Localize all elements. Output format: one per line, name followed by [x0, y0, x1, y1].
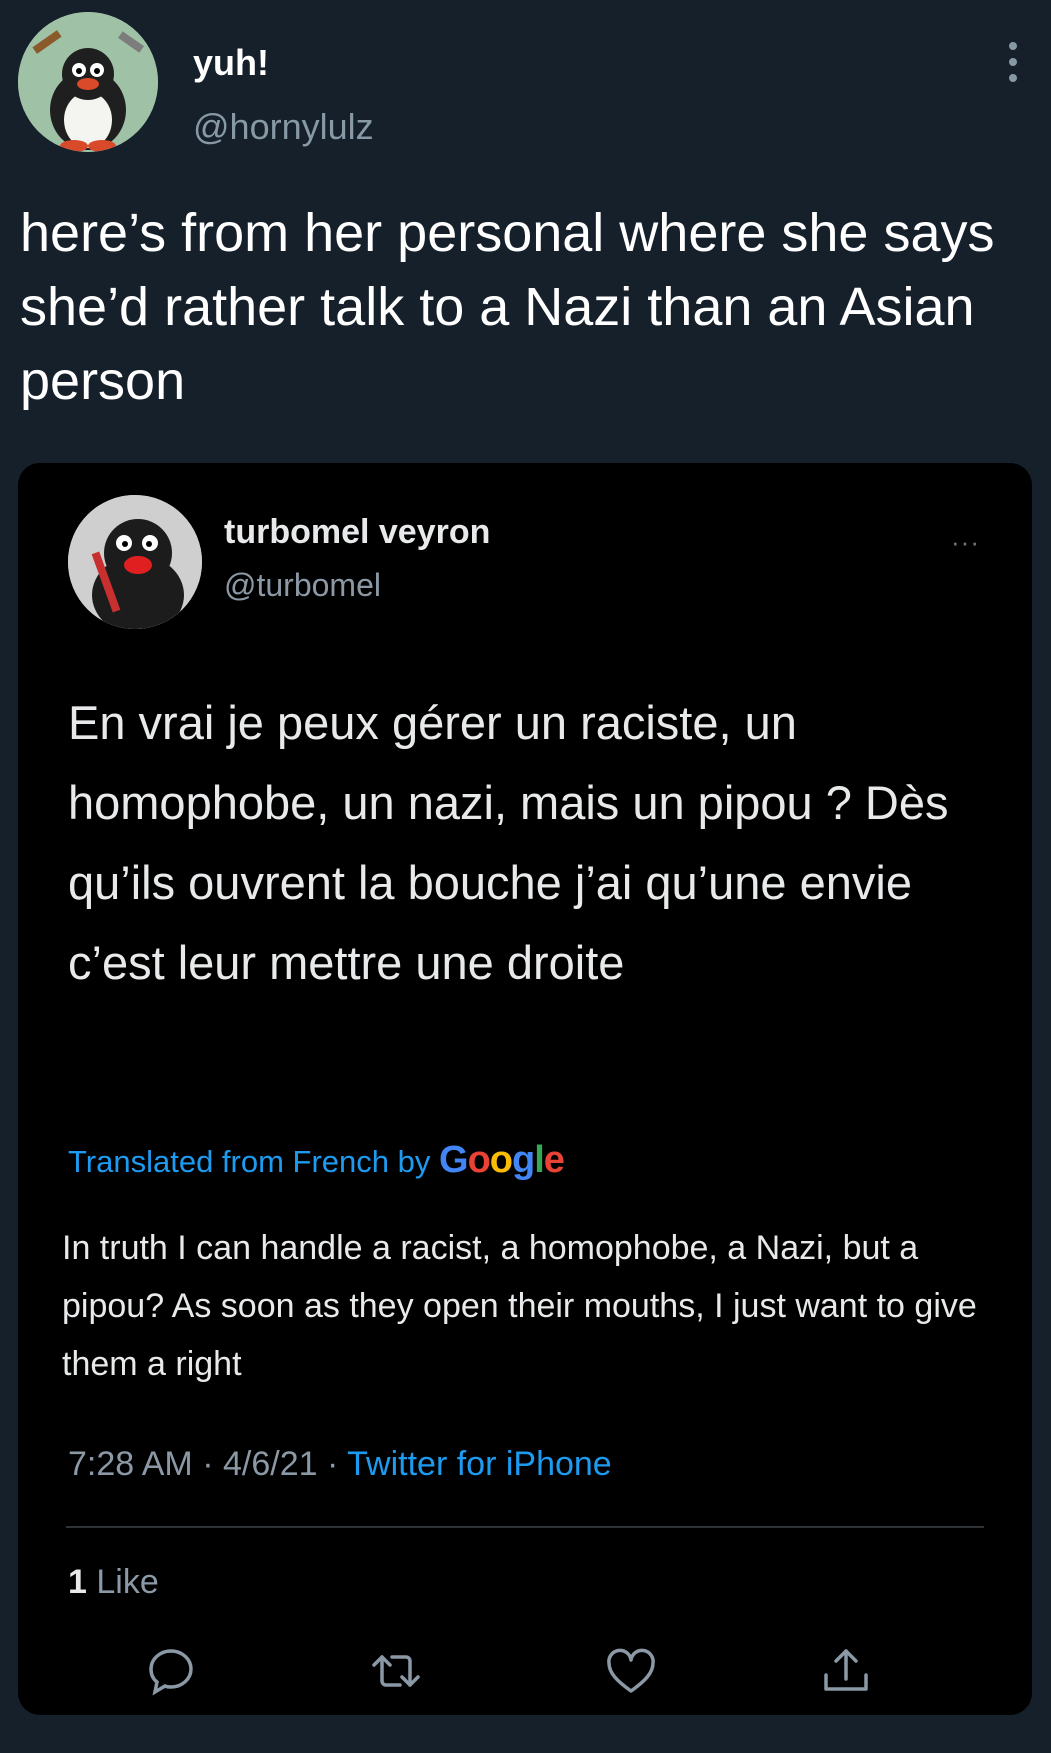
quoted-display-name: turbomel veyron [224, 513, 491, 551]
more-vertical-icon[interactable] [998, 42, 1028, 86]
tweet-meta: 7:28 AM · 4/6/21 · Twitter for iPhone [68, 1445, 612, 1484]
penguin-avatar-icon [18, 12, 158, 152]
meta-separator: · [202, 1445, 214, 1483]
tweet-time: 7:28 AM [68, 1445, 193, 1483]
translated-label: Translated from French by [68, 1144, 431, 1179]
avatar[interactable] [18, 12, 158, 152]
divider [66, 1526, 984, 1528]
google-logo: Google [439, 1139, 565, 1181]
penguin-avatar-icon [68, 495, 202, 629]
tweet-source: Twitter for iPhone [347, 1445, 612, 1483]
display-name[interactable]: yuh! [193, 42, 269, 84]
more-horizontal-icon: ··· [951, 527, 980, 557]
quoted-avatar [68, 495, 202, 629]
like-icon [603, 1643, 659, 1699]
tweet-actions [18, 1643, 1032, 1703]
tweet-text: here’s from her personal where she says … [20, 203, 995, 411]
quoted-user-handle: @turbomel [224, 567, 381, 603]
reply-icon [143, 1643, 199, 1699]
quoted-tweet-text: En vrai je peux gérer un raciste, un hom… [68, 696, 949, 989]
translation-attribution: Translated from French by Google [68, 1139, 565, 1182]
translated-text: In truth I can handle a racist, a homoph… [62, 1229, 977, 1383]
like-count-value: 1 [68, 1563, 87, 1601]
tweet-date: 4/6/21 [222, 1445, 318, 1483]
share-icon [818, 1643, 874, 1699]
meta-separator: · [326, 1445, 339, 1483]
quoted-tweet-screenshot: turbomel veyron @turbomel ··· En vrai je… [18, 463, 1032, 1715]
user-handle[interactable]: @hornylulz [193, 106, 374, 148]
retweet-icon [368, 1643, 424, 1699]
like-count: 1 Like [68, 1563, 159, 1602]
outer-tweet-header: yuh! @hornylulz [18, 12, 1028, 162]
like-count-label: Like [96, 1563, 159, 1601]
